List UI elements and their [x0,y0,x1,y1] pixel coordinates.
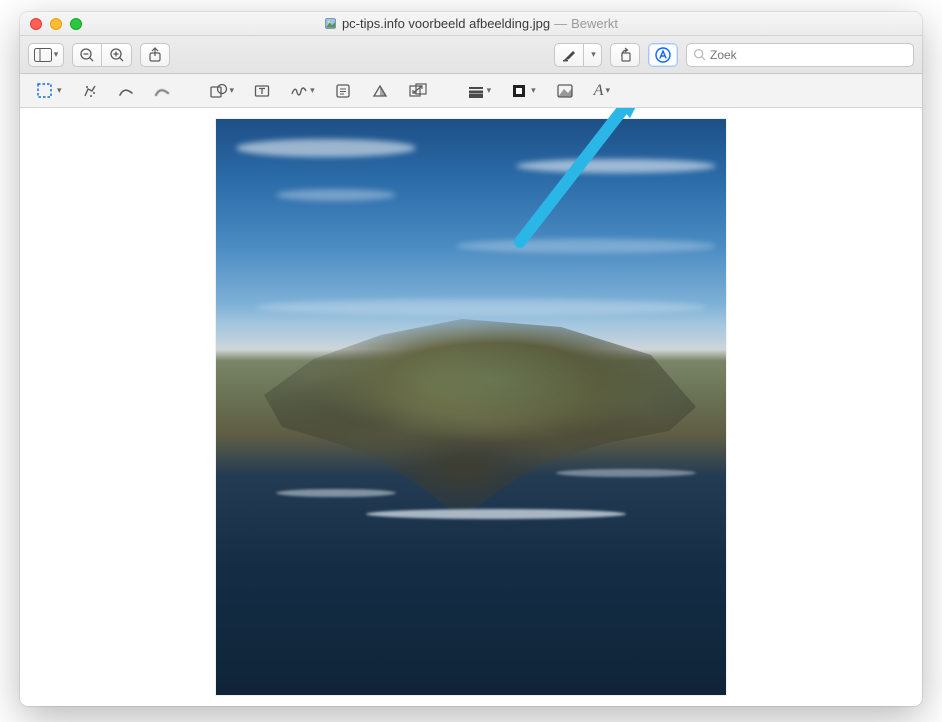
chevron-down-icon: ▾ [591,49,596,60]
highlight-menu-button[interactable]: ▾ [584,43,602,67]
window-title-separator: — [554,16,567,31]
share-button[interactable] [140,43,170,67]
titlebar: pc-tips.info voorbeeld afbeelding.jpg — … [20,12,922,36]
fill-color-button[interactable] [549,79,581,103]
window-controls [20,18,82,30]
border-color-button[interactable]: ▾ [504,79,543,103]
sign-tool-button[interactable]: ▾ [283,79,322,103]
shape-style-button[interactable]: ▾ [460,79,499,103]
selection-tool-button[interactable]: ▾ [30,79,69,103]
document-proxy-icon[interactable] [324,17,338,31]
highlight-button[interactable] [554,43,584,67]
text-style-button[interactable]: A ▾ [587,79,617,103]
main-toolbar: ▾ ▾ [20,36,922,74]
markup-toolbar: ▾ ▾ ▾ [20,74,922,108]
instant-alpha-button[interactable] [75,79,105,103]
note-tool-button[interactable] [328,79,358,103]
zoom-out-button[interactable] [72,43,102,67]
chevron-down-icon: ▾ [54,49,59,60]
chevron-down-icon: ▾ [531,85,536,96]
rotate-button[interactable] [610,43,640,67]
zoom-controls [72,43,132,67]
zoom-in-button[interactable] [102,43,132,67]
sketch-tool-button[interactable] [111,79,141,103]
chevron-down-icon: ▾ [230,85,235,96]
draw-tool-button[interactable] [147,79,177,103]
adjust-size-button[interactable] [402,79,434,103]
chevron-down-icon: ▾ [487,85,492,96]
text-tool-button[interactable] [247,79,277,103]
zoom-window-button[interactable] [70,18,82,30]
adjust-color-button[interactable] [364,79,396,103]
window-title-filename: pc-tips.info voorbeeld afbeelding.jpg [342,16,550,31]
close-window-button[interactable] [30,18,42,30]
minimize-window-button[interactable] [50,18,62,30]
window-title-status: Bewerkt [571,16,618,31]
search-field[interactable] [686,43,914,67]
text-style-label: A [594,82,604,100]
search-input[interactable] [710,48,907,62]
document-image[interactable] [216,119,726,695]
preview-window: pc-tips.info voorbeeld afbeelding.jpg — … [20,12,922,706]
window-title: pc-tips.info voorbeeld afbeelding.jpg — … [20,16,922,31]
chevron-down-icon: ▾ [57,85,62,96]
chevron-down-icon: ▾ [310,85,315,96]
highlight-controls: ▾ [554,43,602,67]
image-canvas[interactable] [20,108,922,706]
sidebar-view-button[interactable]: ▾ [28,43,64,67]
shapes-tool-button[interactable]: ▾ [203,79,242,103]
chevron-down-icon: ▾ [605,85,610,96]
markup-toggle-button[interactable] [648,43,678,67]
search-icon [693,48,706,61]
